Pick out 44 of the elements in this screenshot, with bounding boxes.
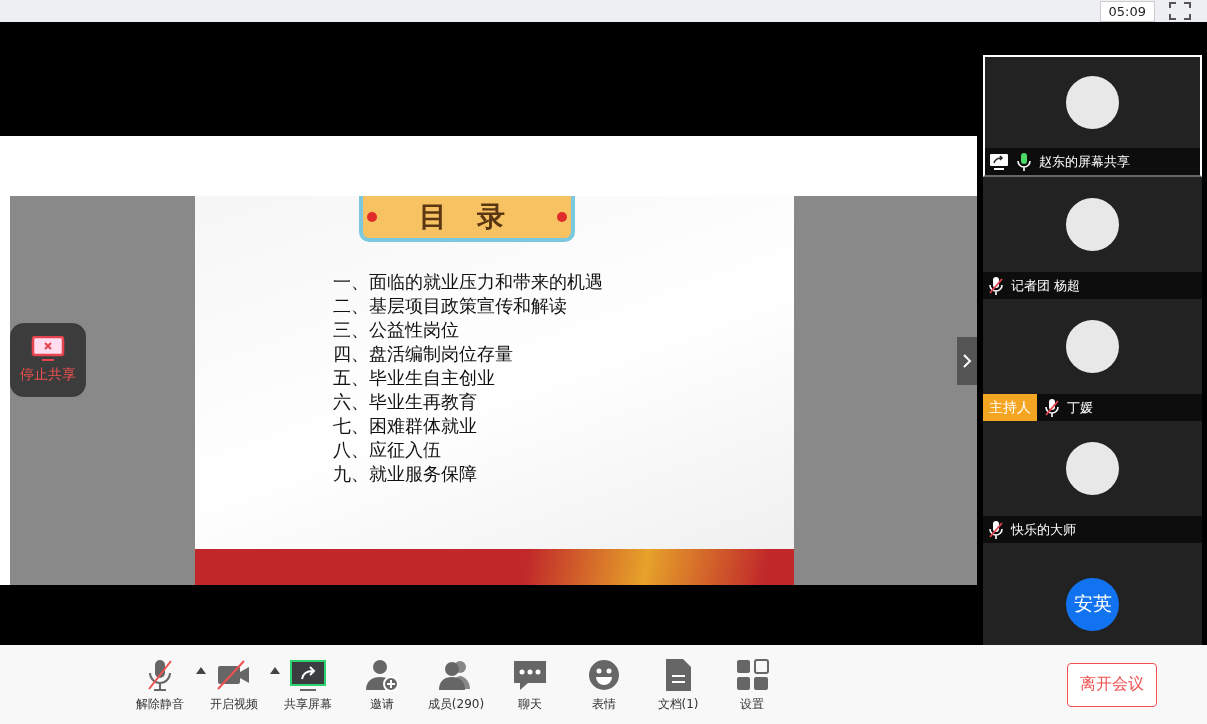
toolbar-button[interactable]: 开启视频 <box>210 656 258 713</box>
participant-name: 记者团 杨超 <box>1011 276 1081 295</box>
participant-tile[interactable]: 记者团 杨超 <box>983 177 1202 299</box>
toolbar-button[interactable]: 共享屏幕 <box>284 656 332 713</box>
agenda-item: 一、面临的就业压力和带来的机遇 <box>333 270 603 294</box>
avatar-photo-placeholder <box>1066 198 1119 251</box>
toolbar-button[interactable]: 文档(1) <box>657 656 699 713</box>
avatar-photo-placeholder <box>1066 320 1119 373</box>
toolbar-button[interactable]: 邀请 <box>362 656 402 713</box>
toolbar-button[interactable]: 解除静音 <box>136 656 184 713</box>
participant-tile[interactable]: 主持人 丁媛 <box>983 299 1202 421</box>
next-page-button[interactable] <box>957 337 977 385</box>
participant-tile[interactable]: 安英 <box>983 543 1202 645</box>
slide-title: 目 录 <box>419 199 515 235</box>
avatar-photo-placeholder <box>1066 76 1119 129</box>
meeting-timer: 05:09 <box>1099 0 1155 22</box>
caret-icon[interactable] <box>270 666 282 677</box>
agenda-item: 二、基层项目政策宣传和解读 <box>333 294 568 318</box>
participant-name: 赵东的屏幕共享 <box>1039 152 1130 171</box>
agenda-item: 七、困难群体就业 <box>333 414 478 438</box>
participant-tile[interactable]: 快乐的大师 <box>983 421 1202 543</box>
pin-dot-icon <box>557 212 567 222</box>
caret-icon[interactable] <box>196 666 208 677</box>
participant-name: 快乐的大师 <box>1011 520 1076 539</box>
screen-x-icon <box>31 336 65 362</box>
toolbar-button[interactable]: 成员(290) <box>427 656 485 713</box>
agenda-item: 八、应征入伍 <box>333 438 442 462</box>
participant-name: 丁媛 <box>1067 398 1093 417</box>
toolbar-button[interactable]: 表情 <box>584 656 624 713</box>
participant-tile[interactable]: 赵东的屏幕共享 <box>983 55 1202 177</box>
agenda-item: 九、就业服务保障 <box>333 462 478 486</box>
agenda-item: 四、盘活编制岗位存量 <box>333 342 514 366</box>
chevron-right-icon <box>962 353 972 369</box>
agenda-item: 五、毕业生自主创业 <box>333 366 496 390</box>
agenda-item: 三、公益性岗位 <box>333 318 460 342</box>
avatar-initials: 安英 <box>1066 577 1119 631</box>
pin-dot-icon <box>367 212 377 222</box>
agenda-item: 六、毕业生再教育 <box>333 390 478 414</box>
leave-meeting-button[interactable]: 离开会议 <box>1067 662 1157 707</box>
toolbar-button[interactable]: 设置 <box>732 656 772 713</box>
avatar-photo-placeholder <box>1066 442 1119 495</box>
fullscreen-icon[interactable] <box>1169 2 1191 20</box>
host-badge: 主持人 <box>983 394 1037 421</box>
toolbar-button[interactable]: 聊天 <box>510 656 550 713</box>
